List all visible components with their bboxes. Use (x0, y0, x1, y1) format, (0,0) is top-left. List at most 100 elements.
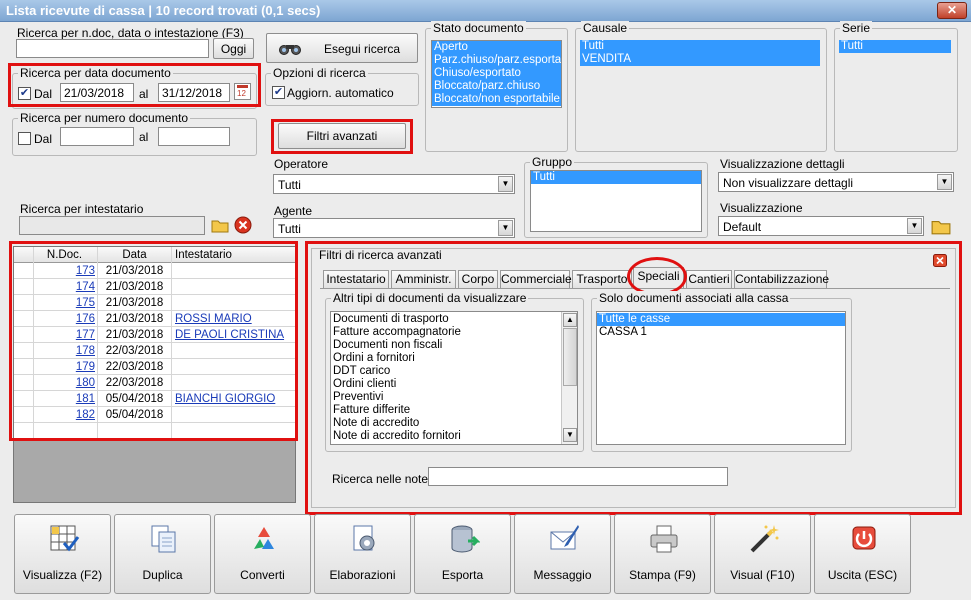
stato-list[interactable]: Aperto Parz.chiuso/parz.esportato Chiuso… (431, 40, 562, 108)
list-item[interactable]: Preventivi (331, 391, 577, 404)
ndoc-link[interactable]: 175 (76, 297, 95, 309)
altri-tipi-scrollbar[interactable]: ▲ ▼ (561, 312, 577, 444)
serie-list[interactable]: Tutti (839, 40, 951, 55)
list-item[interactable]: Bloccato/non esportabile (432, 93, 561, 106)
list-item[interactable]: Tutti (580, 40, 820, 53)
ndoc-link[interactable]: 181 (76, 393, 95, 405)
stampa-button[interactable]: Stampa (F9) (614, 514, 711, 594)
tab-intestatario[interactable]: Intestatario (323, 270, 389, 288)
list-item[interactable]: Tutti (839, 40, 951, 53)
scroll-thumb[interactable] (563, 328, 577, 386)
uscita-button[interactable]: Uscita (ESC) (814, 514, 911, 594)
agente-select[interactable]: Tutti ▼ (273, 218, 515, 238)
tab-corpo[interactable]: Corpo (458, 270, 498, 288)
column-header-data[interactable]: Data (98, 247, 172, 263)
altri-tipi-list[interactable]: Documenti di trasporto Fatture accompagn… (330, 311, 578, 445)
date-from-input[interactable]: 21/03/2018 (60, 83, 134, 102)
column-header-ndoc[interactable]: N.Doc. (34, 247, 98, 263)
calendar-icon[interactable]: 12 (234, 83, 251, 100)
visualizza-button[interactable]: Visualizza (F2) (14, 514, 111, 594)
causale-list[interactable]: Tutti VENDITA (580, 40, 820, 68)
vis-dettagli-select[interactable]: Non visualizzare dettagli ▼ (718, 172, 954, 192)
tab-commerciale[interactable]: Commerciale (500, 270, 572, 288)
intestatario-link[interactable]: ROSSI MARIO (175, 313, 252, 325)
ndoc-link[interactable]: 180 (76, 377, 95, 389)
folder-icon[interactable] (211, 216, 229, 234)
documents-grid[interactable]: N.Doc. Data Intestatario 173 21/03/2018 17… (13, 246, 296, 503)
row-selector[interactable] (14, 295, 34, 311)
ndoc-link[interactable]: 174 (76, 281, 95, 293)
ndoc-link[interactable]: 182 (76, 409, 95, 421)
table-row[interactable]: 182 05/04/2018 (14, 407, 295, 423)
auto-update-checkbox[interactable]: ✔ (272, 86, 285, 99)
solo-cassa-list[interactable]: Tutte le casse CASSA 1 (596, 311, 846, 445)
folder-icon[interactable] (931, 216, 951, 236)
table-row[interactable]: 176 21/03/2018 ROSSI MARIO (14, 311, 295, 327)
table-row[interactable]: 181 05/04/2018 BIANCHI GIORGIO (14, 391, 295, 407)
visualizzazione-select[interactable]: Default ▼ (718, 216, 924, 236)
scroll-down-icon[interactable]: ▼ (563, 428, 577, 442)
visual-button[interactable]: Visual (F10) (714, 514, 811, 594)
list-item[interactable]: Chiuso/esportato (432, 67, 561, 80)
table-row[interactable]: 179 22/03/2018 (14, 359, 295, 375)
list-item[interactable]: Tutte le casse (597, 313, 845, 326)
date-dal-checkbox[interactable]: ✔ (18, 87, 31, 100)
tab-contabilizzazione[interactable]: Contabilizzazione (734, 270, 829, 288)
list-item[interactable]: Ordini clienti (331, 378, 577, 391)
row-selector[interactable] (14, 359, 34, 375)
close-icon[interactable] (933, 254, 947, 267)
list-item[interactable]: Note di accredito fornitori (331, 430, 577, 443)
ndoc-link[interactable]: 176 (76, 313, 95, 325)
num-from-input[interactable] (60, 127, 134, 146)
row-selector[interactable] (14, 407, 34, 423)
esegui-ricerca-button[interactable]: Esegui ricerca (266, 33, 418, 63)
operatore-select[interactable]: Tutti ▼ (273, 174, 515, 194)
row-selector[interactable] (14, 391, 34, 407)
tab-trasporto[interactable]: Trasporto (572, 270, 632, 288)
tab-speciali[interactable]: Speciali (633, 267, 684, 289)
close-window-button[interactable]: ✕ (937, 2, 967, 19)
clear-icon[interactable] (234, 216, 252, 234)
row-selector[interactable] (14, 327, 34, 343)
row-selector[interactable] (14, 279, 34, 295)
list-item[interactable]: Bloccato/parz.chiuso (432, 80, 561, 93)
intestatario-link[interactable]: DE PAOLI CRISTINA (175, 329, 284, 341)
list-item[interactable]: Fatture accompagnatorie (331, 326, 577, 339)
table-row[interactable]: 178 22/03/2018 (14, 343, 295, 359)
list-item[interactable]: DDT carico (331, 365, 577, 378)
table-row[interactable]: 175 21/03/2018 (14, 295, 295, 311)
column-header-intestatario[interactable]: Intestatario (172, 247, 295, 263)
list-item[interactable]: Parz.chiuso/parz.esportato (432, 54, 561, 67)
list-item[interactable]: Ordini a fornitori (331, 352, 577, 365)
list-item[interactable]: Documenti non fiscali (331, 339, 577, 352)
list-item[interactable]: VENDITA (580, 53, 820, 66)
list-item[interactable]: CASSA 1 (597, 326, 845, 339)
ndoc-search-input[interactable] (16, 39, 209, 58)
elaborazioni-button[interactable]: Elaborazioni (314, 514, 411, 594)
row-selector[interactable] (14, 311, 34, 327)
duplica-button[interactable]: Duplica (114, 514, 211, 594)
ndoc-link[interactable]: 177 (76, 329, 95, 341)
tab-cantieri[interactable]: Cantieri (686, 270, 732, 288)
date-to-input[interactable]: 31/12/2018 (158, 83, 230, 102)
messaggio-button[interactable]: Messaggio (514, 514, 611, 594)
row-selector[interactable] (14, 263, 34, 279)
oggi-button[interactable]: Oggi (213, 38, 254, 59)
tab-amministr[interactable]: Amministr. (391, 270, 456, 288)
list-item[interactable]: Note di accredito (331, 417, 577, 430)
esporta-button[interactable]: Esporta (414, 514, 511, 594)
num-to-input[interactable] (158, 127, 230, 146)
table-row[interactable]: 173 21/03/2018 (14, 263, 295, 279)
table-row[interactable]: 177 21/03/2018 DE PAOLI CRISTINA (14, 327, 295, 343)
num-dal-checkbox[interactable] (18, 132, 31, 145)
filtri-avanzati-button[interactable]: Filtri avanzati (278, 123, 406, 149)
intestatario-link[interactable]: BIANCHI GIORGIO (175, 393, 275, 405)
list-item[interactable]: Aperto (432, 41, 561, 54)
ndoc-link[interactable]: 178 (76, 345, 95, 357)
table-row[interactable]: 180 22/03/2018 (14, 375, 295, 391)
list-item[interactable]: Documenti di trasporto (331, 313, 577, 326)
ndoc-link[interactable]: 179 (76, 361, 95, 373)
gruppo-list[interactable]: Tutti (530, 170, 702, 232)
row-selector[interactable] (14, 375, 34, 391)
list-item[interactable]: Fatture differite (331, 404, 577, 417)
